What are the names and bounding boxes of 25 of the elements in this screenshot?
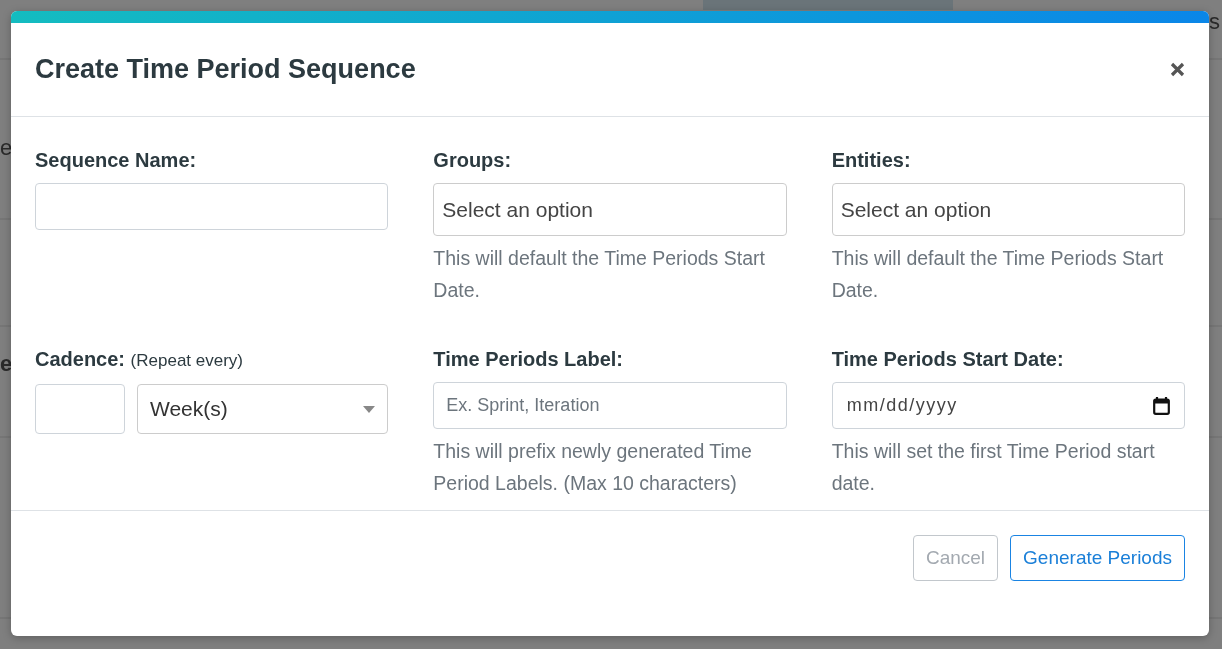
- background-text: e: [0, 352, 13, 376]
- background-text: e: [0, 136, 13, 160]
- text-field[interactable]: [35, 183, 389, 230]
- help-text: This will set the first Time Period start date.: [831, 439, 1156, 496]
- help-text: This will default the Time Periods Start Date.: [831, 246, 1165, 303]
- select-field[interactable]: Select an option: [831, 183, 1185, 236]
- text-field[interactable]: Ex. Sprint, Iteration: [433, 382, 787, 429]
- select-field[interactable]: Select an option: [433, 183, 787, 236]
- unit-dropdown[interactable]: Week(s): [137, 384, 389, 434]
- field-label: Sequence Name:: [35, 148, 198, 172]
- field-label: Time Periods Start Date:: [831, 347, 1065, 371]
- help-text: This will default the Time Periods Start Date.: [433, 246, 766, 303]
- background-text: s: [1209, 10, 1220, 34]
- number-field[interactable]: [35, 384, 125, 434]
- date-field[interactable]: mm/dd/yyyy: [831, 382, 1185, 429]
- caret-icon: [363, 405, 376, 413]
- generate-button[interactable]: Generate Periods: [1010, 535, 1185, 581]
- calendar-icon: [1153, 396, 1170, 415]
- field-label: Time Periods Label:: [433, 347, 624, 371]
- close-icon[interactable]: [1170, 62, 1185, 77]
- help-text: This will prefix newly generated Time Period Labels. (Max 10 characters): [433, 439, 753, 496]
- field-label: Entities:: [831, 148, 912, 172]
- field-label: Cadence: (Repeat every): [35, 347, 245, 372]
- dialog-title: Create Time Period Sequence: [35, 54, 416, 85]
- field-label: Groups:: [433, 148, 513, 172]
